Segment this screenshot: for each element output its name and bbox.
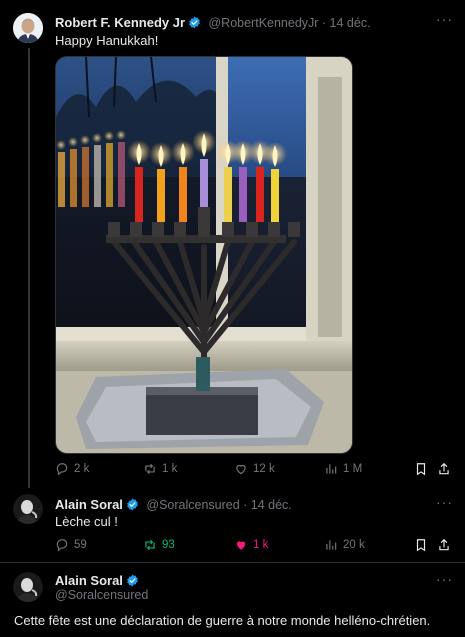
avatar-alain-soral[interactable] <box>13 572 43 602</box>
avatar-alain-soral[interactable] <box>13 494 43 524</box>
bookmark-icon <box>416 539 426 552</box>
tweet-photo[interactable] <box>55 56 353 454</box>
bookmark-icon <box>416 463 426 476</box>
tweet2-text: Lèche cul ! <box>55 514 118 529</box>
reply-count: 59 <box>74 539 87 551</box>
repost-button[interactable]: 93 <box>143 538 175 552</box>
tweet3-text: Cette fête est une déclaration de guerre… <box>14 613 431 628</box>
repost-count: 93 <box>162 539 175 551</box>
repost-icon <box>145 463 155 475</box>
author-name[interactable]: Alain Soral <box>55 497 123 512</box>
reply-count: 2 k <box>74 463 90 475</box>
bookmark-button[interactable] <box>414 538 428 552</box>
reply-button[interactable]: 59 <box>55 538 87 552</box>
handle-and-date[interactable]: @RobertKennedyJr · 14 déc. <box>208 16 370 30</box>
views-icon <box>326 464 337 474</box>
share-icon <box>439 538 449 551</box>
more-options-icon[interactable]: ··· <box>436 11 453 27</box>
menorah-photo-image <box>56 57 352 453</box>
share-button[interactable] <box>437 538 451 552</box>
reply-button[interactable]: 2 k <box>55 462 89 476</box>
reply-icon <box>56 463 68 476</box>
thread-connector-line <box>28 48 30 488</box>
like-count: 1 k <box>253 539 269 551</box>
more-options-icon[interactable]: ··· <box>436 571 453 587</box>
author-handle[interactable]: @Soralcensured <box>55 588 148 602</box>
like-icon-filled <box>236 541 246 550</box>
share-button[interactable] <box>437 462 451 476</box>
tweet1-header: Robert F. Kennedy Jr @RobertKennedyJr · … <box>55 14 435 34</box>
views-count: 20 k <box>343 539 365 551</box>
avatar-rfk[interactable] <box>13 13 43 43</box>
views-icon <box>326 540 337 550</box>
author-name[interactable]: Robert F. Kennedy Jr <box>55 15 185 30</box>
like-button[interactable]: 1 k <box>234 538 268 552</box>
views-count: 1 M <box>343 463 363 475</box>
repost-button[interactable]: 1 k <box>143 462 177 476</box>
like-count: 12 k <box>253 463 275 475</box>
views-button[interactable]: 20 k <box>324 538 365 552</box>
views-button[interactable]: 1 M <box>324 462 362 476</box>
reply-icon <box>56 539 68 552</box>
verified-badge-icon <box>188 16 201 34</box>
repost-icon <box>145 539 155 551</box>
verified-badge-icon <box>126 498 139 516</box>
more-options-icon[interactable]: ··· <box>436 494 453 510</box>
divider <box>0 562 465 563</box>
share-icon <box>439 462 449 475</box>
tweet2-header: Alain Soral @Soralcensured · 14 déc. <box>55 496 435 516</box>
tweet1-text: Happy Hanukkah! <box>55 33 159 48</box>
like-button[interactable]: 12 k <box>234 462 275 476</box>
author-name[interactable]: Alain Soral <box>55 573 123 588</box>
repost-count: 1 k <box>162 463 178 475</box>
handle-and-date[interactable]: @Soralcensured · 14 déc. <box>146 498 291 512</box>
like-icon <box>236 464 246 475</box>
bookmark-button[interactable] <box>414 462 428 476</box>
